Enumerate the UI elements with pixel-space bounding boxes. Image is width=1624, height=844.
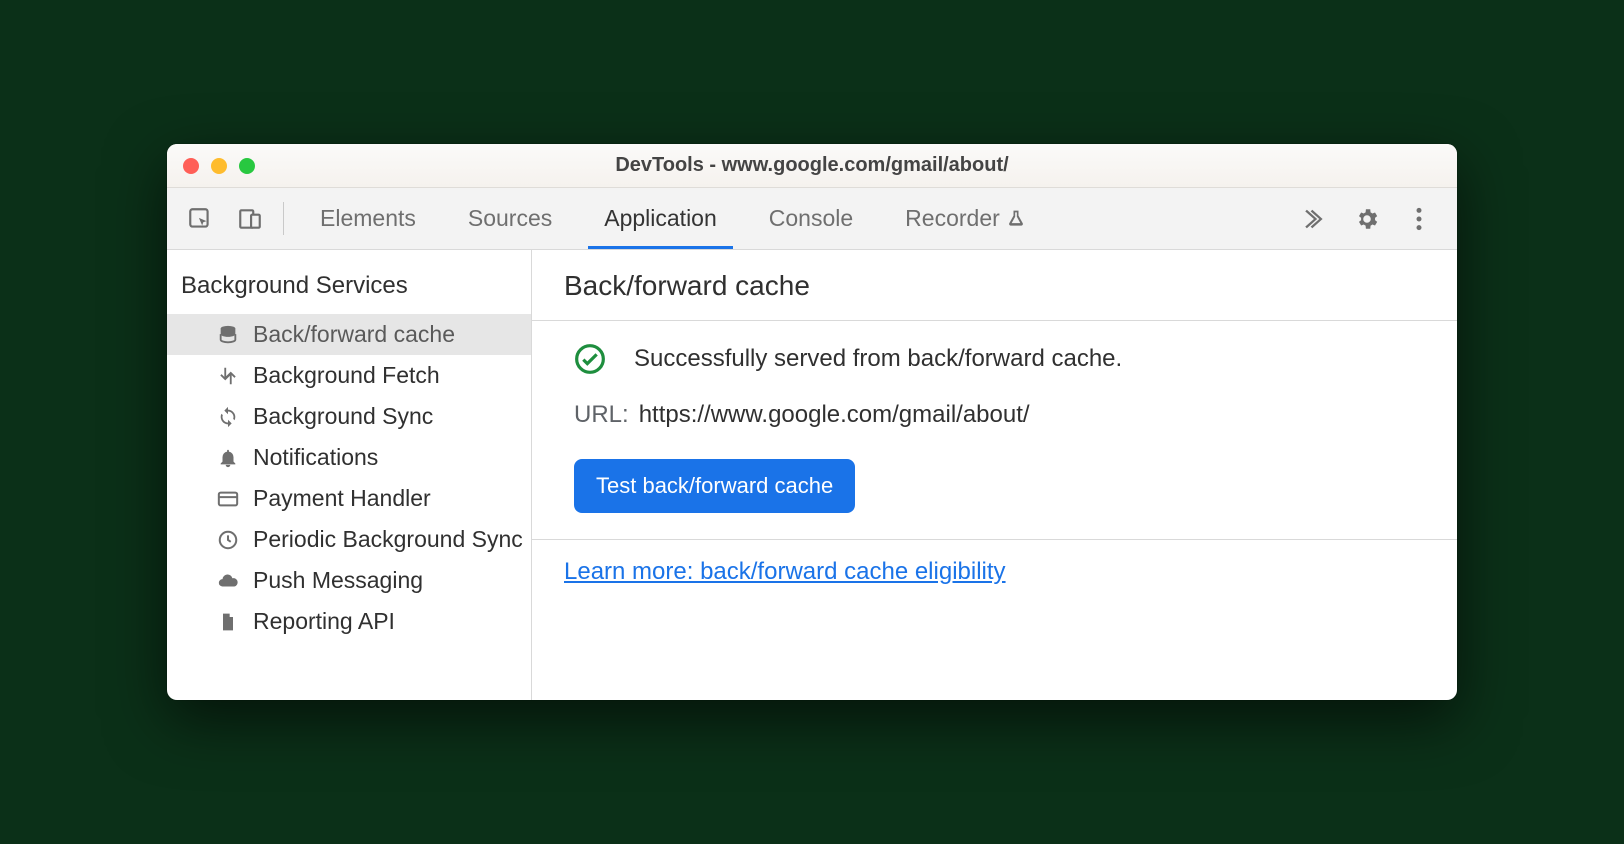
clock-icon (215, 529, 241, 551)
footer-block: Learn more: back/forward cache eligibili… (532, 540, 1457, 604)
sidebar-item-label: Payment Handler (253, 485, 431, 512)
panel-body: Background Services Back/forward cache B… (167, 250, 1457, 700)
devtools-window: DevTools - www.google.com/gmail/about/ E… (167, 144, 1457, 700)
panel-tabs: Elements Sources Application Console Rec… (294, 188, 1289, 249)
status-block: Successfully served from back/forward ca… (532, 321, 1457, 540)
credit-card-icon (215, 488, 241, 510)
sidebar-item-label: Reporting API (253, 608, 395, 635)
minimize-window-button[interactable] (211, 158, 227, 174)
sidebar-item-periodic-sync[interactable]: Periodic Background Sync (167, 519, 531, 560)
test-bfcache-button[interactable]: Test back/forward cache (574, 459, 855, 513)
sidebar-item-label: Notifications (253, 444, 378, 471)
tab-console[interactable]: Console (743, 188, 879, 249)
titlebar: DevTools - www.google.com/gmail/about/ (167, 144, 1457, 188)
toolbar: Elements Sources Application Console Rec… (167, 188, 1457, 250)
sidebar-item-label: Periodic Background Sync (253, 526, 523, 553)
success-check-icon (574, 343, 606, 375)
tab-label: Application (604, 205, 717, 232)
more-tabs-icon[interactable] (1293, 206, 1337, 232)
experiment-flask-icon (1006, 209, 1026, 229)
url-label: URL: (574, 401, 629, 429)
main-panel: Back/forward cache Successfully served f… (532, 250, 1457, 700)
sidebar-item-label: Background Fetch (253, 362, 440, 389)
sidebar-item-payment-handler[interactable]: Payment Handler (167, 478, 531, 519)
sidebar: Background Services Back/forward cache B… (167, 250, 532, 700)
cloud-icon (215, 570, 241, 592)
toolbar-divider (283, 202, 284, 235)
status-text: Successfully served from back/forward ca… (634, 345, 1122, 373)
url-value: https://www.google.com/gmail/about/ (639, 401, 1030, 429)
kebab-menu-icon[interactable] (1397, 206, 1441, 232)
tab-label: Elements (320, 205, 416, 232)
tab-recorder[interactable]: Recorder (879, 188, 1052, 249)
file-icon (215, 611, 241, 633)
fetch-arrows-icon (215, 365, 241, 387)
sidebar-item-background-sync[interactable]: Background Sync (167, 396, 531, 437)
device-toggle-icon[interactable] (227, 188, 273, 249)
tab-label: Console (769, 205, 853, 232)
sidebar-item-notifications[interactable]: Notifications (167, 437, 531, 478)
traffic-lights (167, 158, 255, 174)
toolbar-right (1293, 188, 1447, 249)
sidebar-item-push-messaging[interactable]: Push Messaging (167, 560, 531, 601)
sidebar-item-label: Background Sync (253, 403, 433, 430)
learn-more-link[interactable]: Learn more: back/forward cache eligibili… (564, 558, 1006, 585)
settings-gear-icon[interactable] (1345, 206, 1389, 232)
close-window-button[interactable] (183, 158, 199, 174)
tab-label: Recorder (905, 205, 1000, 232)
bell-icon (215, 447, 241, 469)
sidebar-item-label: Back/forward cache (253, 321, 455, 348)
tab-elements[interactable]: Elements (294, 188, 442, 249)
sidebar-item-reporting-api[interactable]: Reporting API (167, 601, 531, 642)
sidebar-heading: Background Services (167, 262, 531, 314)
zoom-window-button[interactable] (239, 158, 255, 174)
sidebar-item-bfcache[interactable]: Back/forward cache (167, 314, 531, 355)
panel-title: Back/forward cache (532, 250, 1457, 321)
sidebar-item-background-fetch[interactable]: Background Fetch (167, 355, 531, 396)
database-icon (215, 324, 241, 346)
tab-sources[interactable]: Sources (442, 188, 578, 249)
url-row: URL: https://www.google.com/gmail/about/ (574, 401, 1425, 429)
inspect-element-icon[interactable] (177, 188, 223, 249)
sidebar-item-label: Push Messaging (253, 567, 423, 594)
tab-application[interactable]: Application (578, 188, 743, 249)
tab-label: Sources (468, 205, 552, 232)
sync-icon (215, 406, 241, 428)
window-title: DevTools - www.google.com/gmail/about/ (167, 154, 1457, 177)
status-row: Successfully served from back/forward ca… (574, 343, 1425, 375)
